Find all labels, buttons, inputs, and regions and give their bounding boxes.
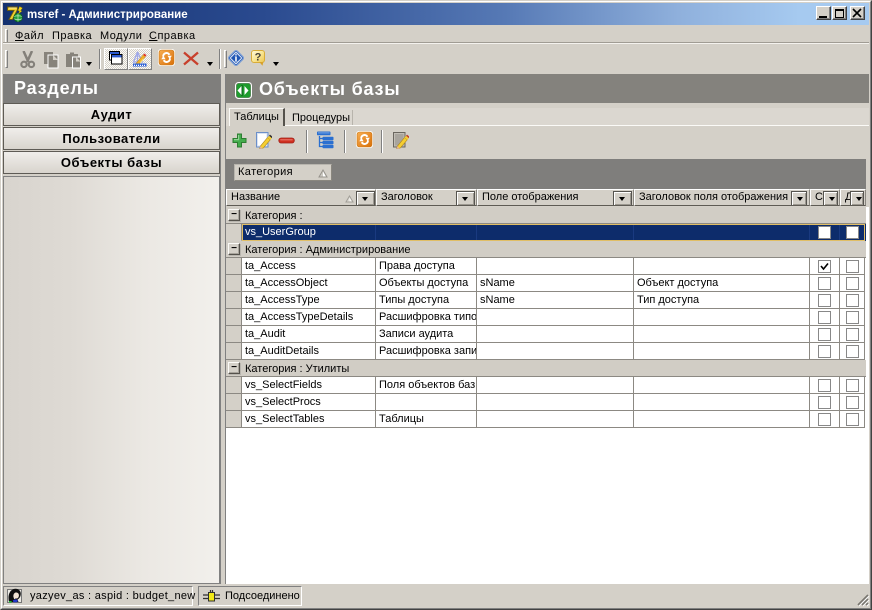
svg-text:?: ?: [255, 52, 262, 64]
svg-text:i: i: [235, 54, 238, 65]
